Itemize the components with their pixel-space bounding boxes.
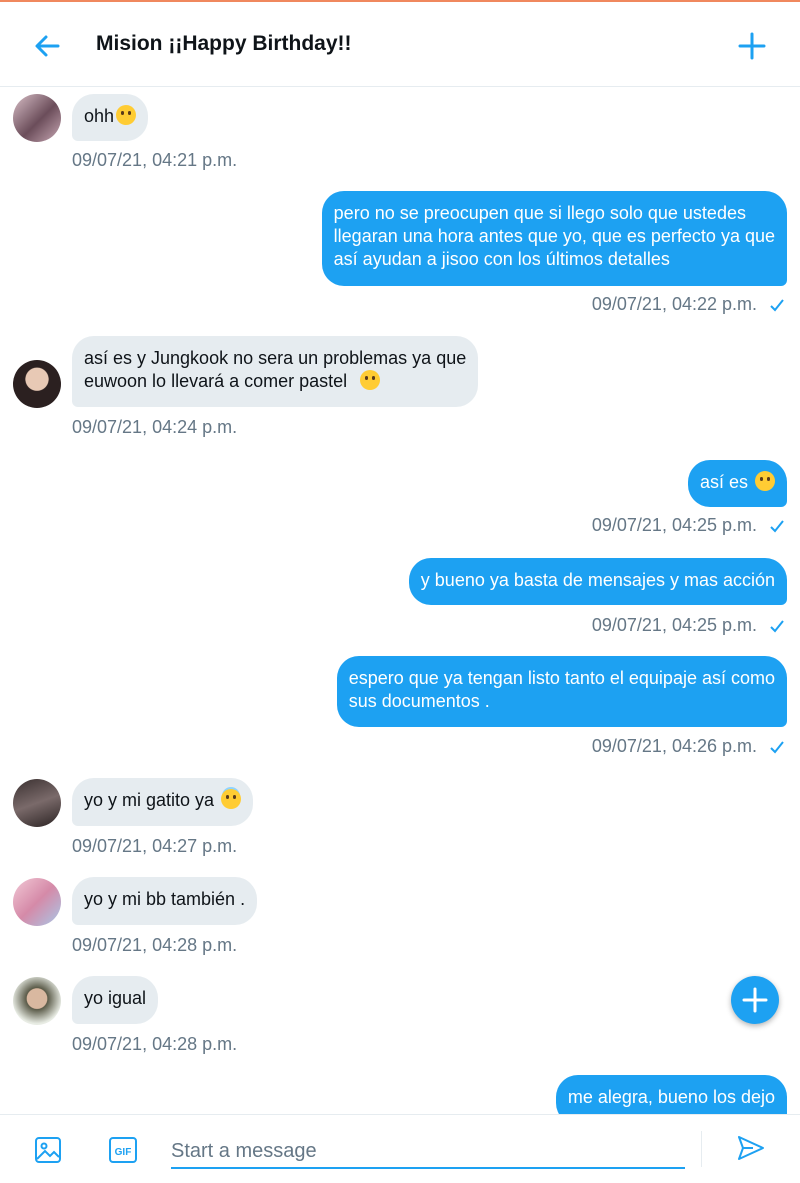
message-bubble-incoming[interactable]: así es y Jungkook no sera un problemas y… <box>72 336 479 407</box>
send-icon <box>738 1136 764 1160</box>
message-timestamp: 09/07/21, 04:26 p.m. <box>591 736 757 756</box>
message-bubble-outgoing[interactable]: así es <box>687 460 787 507</box>
message-text-line: llegaran una hora antes que yo, que es p… <box>333 226 775 246</box>
plus-icon <box>742 987 768 1013</box>
new-message-fab[interactable] <box>731 976 779 1024</box>
message-text: yo y mi bb también . <box>84 889 246 909</box>
gif-icon: GIF <box>109 1137 137 1163</box>
conversation-title: Mision ¡¡Happy Birthday!! <box>96 32 352 55</box>
sent-check-icon <box>770 520 784 533</box>
message-thread[interactable]: ohh 09/07/21, 04:21 p.m. pero no se preo… <box>0 87 800 1114</box>
message-bubble-outgoing[interactable]: y bueno ya basta de mensajes y mas acció… <box>408 558 787 605</box>
face-emoji-icon <box>116 105 137 125</box>
message-text-line: pero no se preocupen que si llego solo q… <box>333 203 746 223</box>
sent-check-icon <box>770 299 784 312</box>
sent-check-icon <box>770 741 784 754</box>
message-timestamp: 09/07/21, 04:27 p.m. <box>72 836 238 856</box>
message-input[interactable] <box>171 1135 685 1169</box>
message-bubble-incoming[interactable]: yo y mi bb también . <box>72 877 258 925</box>
halo-emoji-icon <box>221 789 242 809</box>
message-text: así es <box>699 472 748 492</box>
media-button[interactable] <box>33 1135 63 1165</box>
message-timestamp: 09/07/21, 04:25 p.m. <box>591 515 757 535</box>
grin-emoji-icon <box>360 370 381 390</box>
back-button[interactable] <box>30 28 66 64</box>
add-participant-button[interactable] <box>732 26 772 66</box>
message-text-line: euwoon lo llevará a comer pastel <box>84 371 348 391</box>
send-button[interactable] <box>736 1133 766 1163</box>
message-bubble-outgoing[interactable]: me alegra, bueno los dejo <box>555 1075 787 1114</box>
sent-check-icon <box>770 620 784 633</box>
message-timestamp: 09/07/21, 04:25 p.m. <box>591 615 757 635</box>
avatar[interactable] <box>13 878 61 926</box>
avatar[interactable] <box>13 94 61 142</box>
message-text-line: sus documentos . <box>348 691 490 711</box>
composer-divider <box>701 1131 702 1167</box>
message-text: me alegra, bueno los dejo <box>567 1087 775 1107</box>
message-timestamp: 09/07/21, 04:24 p.m. <box>72 417 238 437</box>
plus-icon <box>738 32 766 60</box>
message-text-line: así es y Jungkook no sera un problemas y… <box>84 348 467 368</box>
avatar[interactable] <box>13 360 61 408</box>
message-text: y bueno ya basta de mensajes y mas acció… <box>420 570 775 590</box>
back-arrow-icon <box>35 35 60 57</box>
message-text: yo y mi gatito ya <box>84 790 215 810</box>
conversation-header: Mision ¡¡Happy Birthday!! <box>0 2 800 87</box>
message-text-line: así ayudan a jisoo con los últimos detal… <box>333 249 670 269</box>
message-timestamp: 09/07/21, 04:22 p.m. <box>591 294 757 314</box>
grin-emoji-icon <box>755 471 775 491</box>
message-bubble-incoming[interactable]: ohh <box>72 94 149 141</box>
message-timestamp: 09/07/21, 04:28 p.m. <box>72 935 238 955</box>
message-text-line: espero que ya tengan listo tanto el equi… <box>348 668 775 688</box>
message-bubble-outgoing[interactable]: espero que ya tengan listo tanto el equi… <box>336 656 787 727</box>
message-timestamp: 09/07/21, 04:28 p.m. <box>72 1034 238 1054</box>
image-icon <box>35 1137 61 1163</box>
message-text: yo igual <box>84 988 147 1008</box>
message-composer: GIF <box>0 1114 800 1183</box>
gif-button[interactable]: GIF <box>108 1136 138 1164</box>
message-text: ohh <box>84 106 115 126</box>
gif-label: GIF <box>115 1147 132 1158</box>
message-timestamp: 09/07/21, 04:21 p.m. <box>72 150 238 170</box>
message-bubble-incoming[interactable]: yo y mi gatito ya <box>72 778 254 826</box>
message-bubble-outgoing[interactable]: pero no se preocupen que si llego solo q… <box>321 191 787 286</box>
message-bubble-incoming[interactable]: yo igual <box>72 976 159 1024</box>
avatar[interactable] <box>13 977 61 1025</box>
avatar[interactable] <box>13 779 61 827</box>
